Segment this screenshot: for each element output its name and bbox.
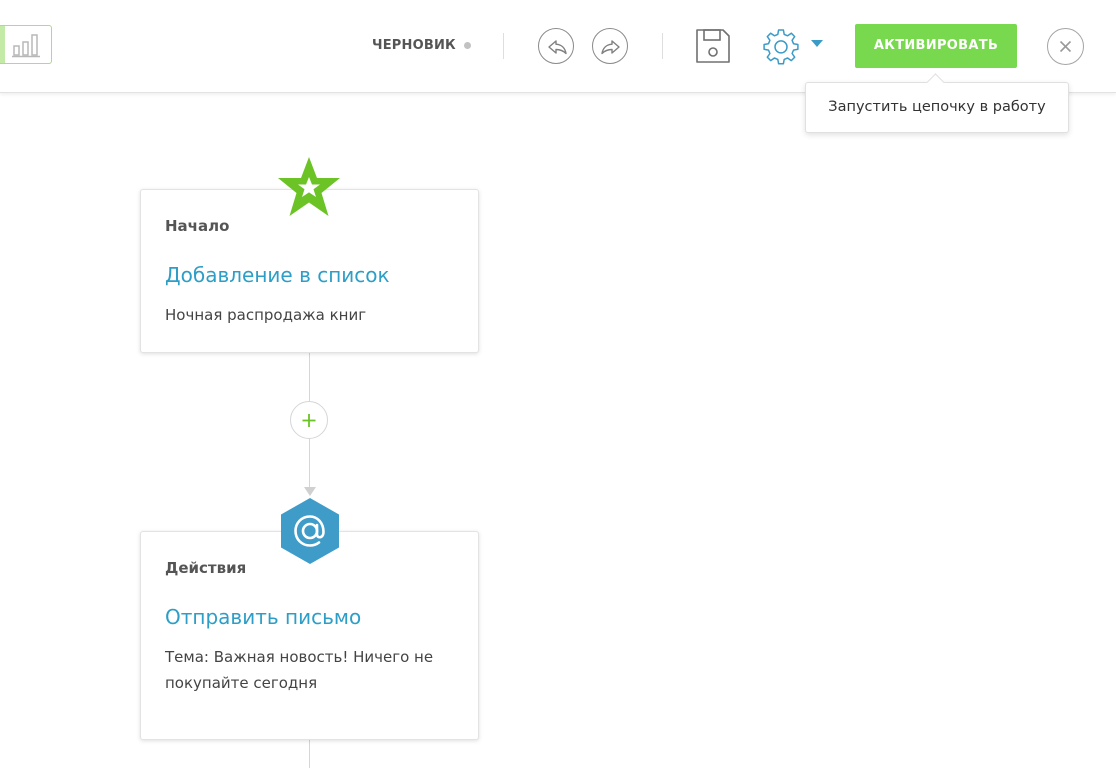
- redo-button[interactable]: [592, 28, 628, 64]
- activate-button[interactable]: АКТИВИРОВАТЬ: [855, 24, 1017, 68]
- node-description: Ночная распродажа книг: [165, 306, 367, 324]
- caret-down-icon[interactable]: [810, 39, 824, 49]
- toolbar-divider: [662, 33, 663, 59]
- bar-chart-icon: [12, 34, 40, 58]
- node-description: Тема: Важная новость! Ничего не покупайт…: [165, 648, 434, 692]
- connector-line: [309, 352, 310, 402]
- node-category: Действия: [165, 559, 247, 577]
- connector-line: [309, 438, 310, 488]
- status-label: ЧЕРНОВИК: [372, 38, 456, 53]
- node-title-link[interactable]: Отправить письмо: [165, 605, 361, 629]
- star-icon: [278, 157, 340, 216]
- close-icon: [1059, 40, 1072, 53]
- connector-arrow: [304, 487, 316, 496]
- top-toolbar: ЧЕРНОВИК АКТИВИРОВАТЬ: [0, 0, 1116, 93]
- stats-button-strip: [0, 26, 5, 63]
- stats-button[interactable]: [0, 25, 52, 64]
- email-icon: [281, 498, 339, 564]
- node-category: Начало: [165, 217, 230, 235]
- connector-line: [309, 739, 310, 768]
- status-dot: [464, 42, 471, 49]
- close-button[interactable]: [1047, 28, 1084, 65]
- plus-icon: [302, 414, 316, 427]
- toolbar-divider: [503, 33, 504, 59]
- save-icon[interactable]: [695, 28, 731, 64]
- gear-icon[interactable]: [762, 27, 800, 65]
- redo-icon: [601, 40, 620, 55]
- add-step-button[interactable]: [290, 401, 328, 439]
- undo-icon: [548, 40, 567, 55]
- node-title-link[interactable]: Добавление в список: [165, 263, 390, 287]
- undo-button[interactable]: [538, 28, 574, 64]
